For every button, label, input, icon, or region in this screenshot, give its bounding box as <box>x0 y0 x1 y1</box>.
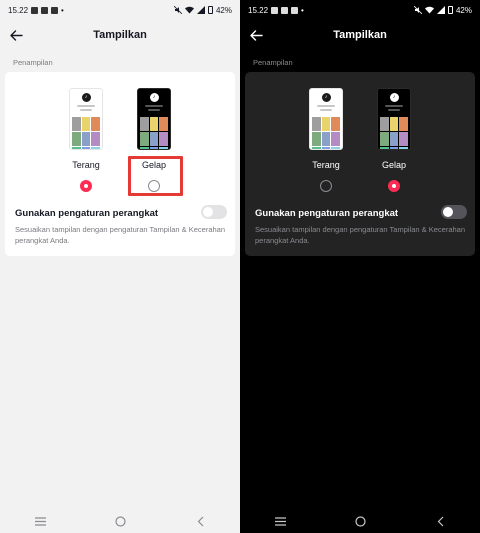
home-button[interactable] <box>350 511 370 531</box>
dark-option-radio[interactable] <box>388 180 400 192</box>
arrow-left-icon <box>9 29 23 41</box>
device-setting-description: Sesuaikan tampilan dengan pengaturan Tam… <box>255 225 466 245</box>
chevron-left-icon <box>437 516 443 526</box>
notification-icon <box>271 6 279 14</box>
status-time: 15.22 <box>8 5 29 15</box>
arrow-left-icon <box>249 29 263 41</box>
appearance-card: ♪ ♪ Terang Gelap Gunakan pengaturan pera… <box>5 72 235 256</box>
menu-lines-icon <box>34 516 46 526</box>
light-theme-preview[interactable]: ♪ <box>69 88 103 150</box>
device-setting-description: Sesuaikan tampilan dengan pengaturan Tam… <box>15 225 226 245</box>
tiktok-logo-icon: ♪ <box>321 93 331 102</box>
app-icon <box>291 6 299 14</box>
tiktok-logo-icon: ♪ <box>149 93 159 102</box>
status-bar: 15.22 • 42% <box>240 0 480 20</box>
wifi-icon <box>184 6 194 14</box>
system-nav-bar <box>240 509 480 533</box>
more-dot-icon: • <box>61 5 64 15</box>
screen-dark-mode: 15.22 • 42% Tampilkan Penampilan ♪ ♪ Ter… <box>240 0 480 533</box>
recents-button[interactable] <box>30 511 50 531</box>
page-title: Tampilkan <box>333 29 387 41</box>
light-option-radio[interactable] <box>80 180 92 192</box>
page-title: Tampilkan <box>93 29 147 41</box>
status-time: 15.22 <box>248 5 269 15</box>
back-nav-button[interactable] <box>190 511 210 531</box>
home-circle-icon <box>354 515 366 527</box>
appearance-card: ♪ ♪ Terang Gelap Gunakan pengaturan pera… <box>245 72 475 256</box>
battery-icon <box>207 6 213 14</box>
facebook-icon <box>41 6 49 14</box>
light-option-label: Terang <box>72 160 100 170</box>
mute-icon <box>413 6 422 14</box>
page-header: Tampilkan <box>240 20 480 50</box>
wifi-icon <box>424 6 434 14</box>
preview-grid <box>380 117 408 149</box>
home-button[interactable] <box>110 511 130 531</box>
battery-percent: 42% <box>215 5 232 15</box>
preview-grid <box>312 117 340 149</box>
notification-icon <box>31 6 39 14</box>
home-circle-icon <box>114 515 126 527</box>
signal-icon <box>436 6 445 14</box>
dark-theme-preview[interactable]: ♪ <box>137 88 171 150</box>
recents-button[interactable] <box>270 511 290 531</box>
device-setting-title: Gunakan pengaturan perangkat <box>15 208 159 219</box>
mute-icon <box>173 6 182 14</box>
dark-option-label: Gelap <box>381 160 407 170</box>
device-setting-title: Gunakan pengaturan perangkat <box>255 208 399 219</box>
light-option-radio[interactable] <box>320 180 332 192</box>
section-label: Penampilan <box>253 58 293 67</box>
preview-grid <box>140 117 168 149</box>
back-nav-button[interactable] <box>430 511 450 531</box>
back-button[interactable] <box>6 25 26 45</box>
app-icon <box>51 6 59 14</box>
chevron-left-icon <box>197 516 203 526</box>
tiktok-logo-icon: ♪ <box>389 93 399 102</box>
tiktok-logo-icon: ♪ <box>81 93 91 102</box>
page-header: Tampilkan <box>0 20 240 50</box>
more-dot-icon: • <box>301 5 304 15</box>
back-button[interactable] <box>246 25 266 45</box>
preview-grid <box>72 117 100 149</box>
menu-lines-icon <box>274 516 286 526</box>
section-label: Penampilan <box>13 58 53 67</box>
dark-theme-preview[interactable]: ♪ <box>377 88 411 150</box>
facebook-icon <box>281 6 289 14</box>
highlight-box <box>128 156 183 196</box>
device-setting-toggle[interactable] <box>441 205 467 219</box>
device-setting-toggle[interactable] <box>201 205 227 219</box>
light-option-label: Terang <box>312 160 340 170</box>
battery-percent: 42% <box>455 5 472 15</box>
signal-icon <box>196 6 205 14</box>
battery-icon <box>447 6 453 14</box>
screen-light-mode: 15.22 • 42% Tampilkan Penampilan ♪ ♪ Ter… <box>0 0 240 533</box>
system-nav-bar <box>0 509 240 533</box>
status-bar: 15.22 • 42% <box>0 0 240 20</box>
light-theme-preview[interactable]: ♪ <box>309 88 343 150</box>
